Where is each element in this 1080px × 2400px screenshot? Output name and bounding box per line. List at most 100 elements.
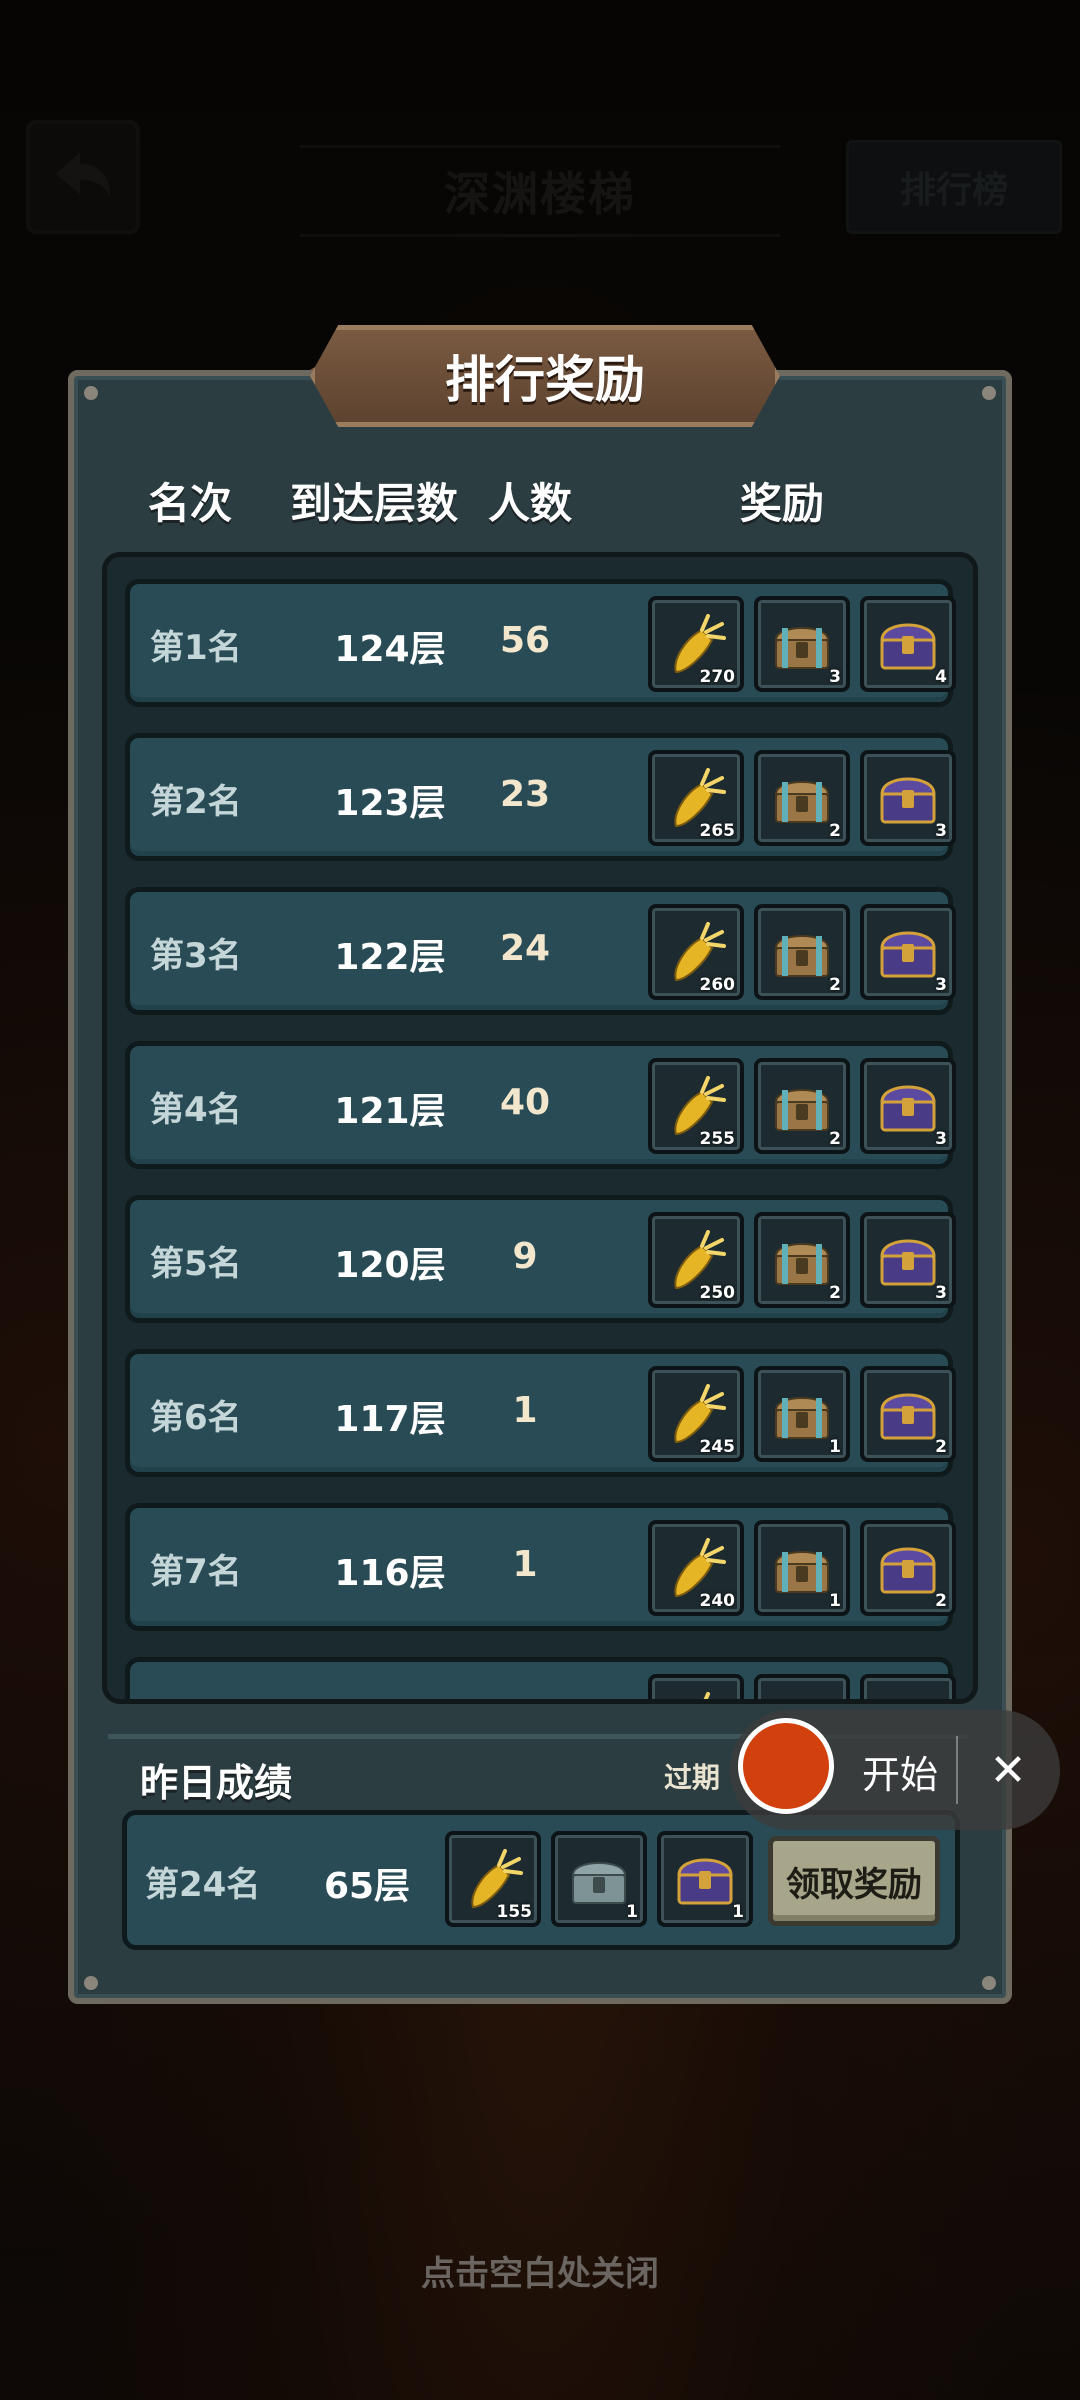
reward-quantity: 1 — [829, 1437, 841, 1457]
purple-chest-icon — [677, 1858, 733, 1905]
ranking-row: 第2名 123层 23 265 2 3 — [125, 733, 956, 861]
purple-chest-icon — [880, 1547, 936, 1594]
floor-label: 117层 — [334, 1399, 446, 1440]
reward-bronze-chest[interactable]: 1 — [754, 1520, 850, 1616]
reward-purple-chest[interactable]: 3 — [860, 750, 956, 846]
floor-label: 116层 — [334, 1553, 446, 1594]
rank-label: 第7名 — [150, 1552, 242, 1592]
close-icon[interactable]: ✕ — [978, 1732, 1038, 1808]
claim-reward-label: 领取奖励 — [786, 1864, 922, 1905]
reward-carrot[interactable]: 245 — [648, 1366, 744, 1462]
bronze-chest-icon — [774, 1551, 830, 1593]
reward-quantity: 1 — [626, 1902, 638, 1922]
reward-purple-chest[interactable]: 1 — [657, 1831, 753, 1927]
reward-purple-chest[interactable]: 3 — [860, 904, 956, 1000]
player-count: 23 — [499, 774, 551, 815]
player-count: 1 — [512, 1544, 538, 1585]
column-header-floor: 到达层数 — [290, 479, 459, 528]
floor-label: 122层 — [334, 937, 446, 978]
player-count: 24 — [499, 928, 551, 969]
ranking-row: 第7名 116层 1 240 1 2 — [125, 1503, 956, 1631]
reward-quantity: 2 — [829, 821, 841, 841]
reward-purple-chest[interactable]: 2 — [860, 1520, 956, 1616]
column-header-reward: 奖励 — [740, 479, 825, 528]
reward-purple-chest[interactable]: 3 — [860, 1058, 956, 1154]
bronze-chest-icon — [768, 1688, 836, 1704]
panel-rivet — [84, 1976, 98, 1990]
reward-carrot[interactable]: 155 — [445, 1831, 541, 1927]
reward-carrot[interactable]: 260 — [648, 904, 744, 1000]
reward-quantity: 1 — [829, 1591, 841, 1611]
reward-quantity: 265 — [699, 821, 736, 841]
reward-bronze-chest[interactable]: 2 — [754, 1212, 850, 1308]
reward-bronze-chest[interactable] — [754, 1674, 850, 1704]
rank-label: 第3名 — [150, 936, 242, 976]
reward-purple-chest[interactable] — [860, 1674, 956, 1699]
ranking-row: 第5名 120层 9 250 2 3 — [125, 1195, 956, 1323]
panel-rivet — [982, 1976, 996, 1990]
reward-quantity: 3 — [829, 667, 841, 687]
reward-bronze-chest[interactable]: 2 — [754, 904, 850, 1000]
claim-reward-button[interactable]: 领取奖励 — [768, 1836, 940, 1926]
reward-carrot[interactable]: 270 — [648, 596, 744, 692]
expire-label: 过期 — [664, 1761, 721, 1794]
ranking-row: 第6名 117层 1 245 1 2 — [125, 1349, 956, 1477]
panel-rivet — [982, 386, 996, 400]
floor-label: 123层 — [334, 783, 446, 824]
rank-label: 第5名 — [150, 1244, 242, 1284]
purple-chest-icon — [880, 931, 936, 978]
bronze-chest-icon — [774, 1397, 830, 1439]
reward-bronze-chest[interactable]: 2 — [754, 1058, 850, 1154]
floor-label: 120层 — [334, 1245, 446, 1286]
floor-label: 124层 — [334, 629, 446, 670]
column-header-count: 人数 — [488, 479, 573, 528]
yesterday-rank: 第24名 — [145, 1865, 261, 1905]
reward-quantity: 2 — [935, 1437, 947, 1457]
record-start-label[interactable]: 开始 — [862, 1744, 938, 1799]
rank-label: 第6名 — [150, 1398, 242, 1438]
reward-quantity: 2 — [829, 1283, 841, 1303]
yesterday-title: 昨日成绩 — [140, 1761, 293, 1805]
rank-label: 第4名 — [150, 1090, 242, 1130]
ranking-row: 第1名 124层 56 270 3 4 — [125, 579, 956, 707]
player-count: 40 — [499, 1082, 551, 1123]
reward-quantity: 250 — [699, 1283, 736, 1303]
reward-quantity: 2 — [829, 1129, 841, 1149]
floor-label: 121层 — [334, 1091, 446, 1132]
panel-rivet — [84, 386, 98, 400]
reward-bronze-chest[interactable]: 1 — [754, 1366, 850, 1462]
reward-purple-chest[interactable]: 2 — [860, 1366, 956, 1462]
screen-recorder-widget: 开始 ✕ — [730, 1710, 1060, 1830]
rank-label: 第2名 — [150, 782, 242, 822]
reward-bronze-chest[interactable]: 2 — [754, 750, 850, 846]
reward-quantity: 270 — [699, 667, 736, 687]
reward-quantity: 2 — [829, 975, 841, 995]
reward-carrot[interactable]: 265 — [648, 750, 744, 846]
reward-carrot[interactable]: 255 — [648, 1058, 744, 1154]
player-count: 1 — [512, 1390, 538, 1431]
bronze-chest-icon — [774, 935, 830, 977]
ranking-list[interactable]: 第1名 124层 56 270 3 4 第2名 123层 23 265 2 3 第3名 122层 24 260… — [102, 552, 978, 1704]
purple-chest-icon — [880, 1239, 936, 1286]
reward-quantity: 3 — [935, 975, 947, 995]
reward-carrot[interactable]: 240 — [648, 1520, 744, 1616]
record-button[interactable] — [738, 1718, 834, 1814]
reward-quantity: 2 — [935, 1591, 947, 1611]
reward-purple-chest[interactable]: 3 — [860, 1212, 956, 1308]
bronze-chest-icon — [774, 1089, 830, 1131]
reward-quantity: 245 — [699, 1437, 736, 1457]
bronze-chest-icon — [774, 781, 830, 823]
bronze-chest-icon — [774, 627, 830, 669]
reward-carrot[interactable]: 250 — [648, 1212, 744, 1308]
reward-iron-chest[interactable]: 1 — [551, 1831, 647, 1927]
reward-carrot[interactable] — [648, 1674, 744, 1699]
bronze-chest-icon — [774, 1243, 830, 1285]
rank-label: 第1名 — [150, 628, 242, 668]
reward-quantity: 4 — [935, 667, 947, 687]
reward-purple-chest[interactable]: 4 — [860, 596, 956, 692]
ranking-row: 第3名 122层 24 260 2 3 — [125, 887, 956, 1015]
tap-to-close-hint: 点击空白处关闭 — [421, 2254, 659, 2294]
reward-quantity: 3 — [935, 821, 947, 841]
reward-bronze-chest[interactable]: 3 — [754, 596, 850, 692]
reward-quantity: 255 — [699, 1129, 736, 1149]
